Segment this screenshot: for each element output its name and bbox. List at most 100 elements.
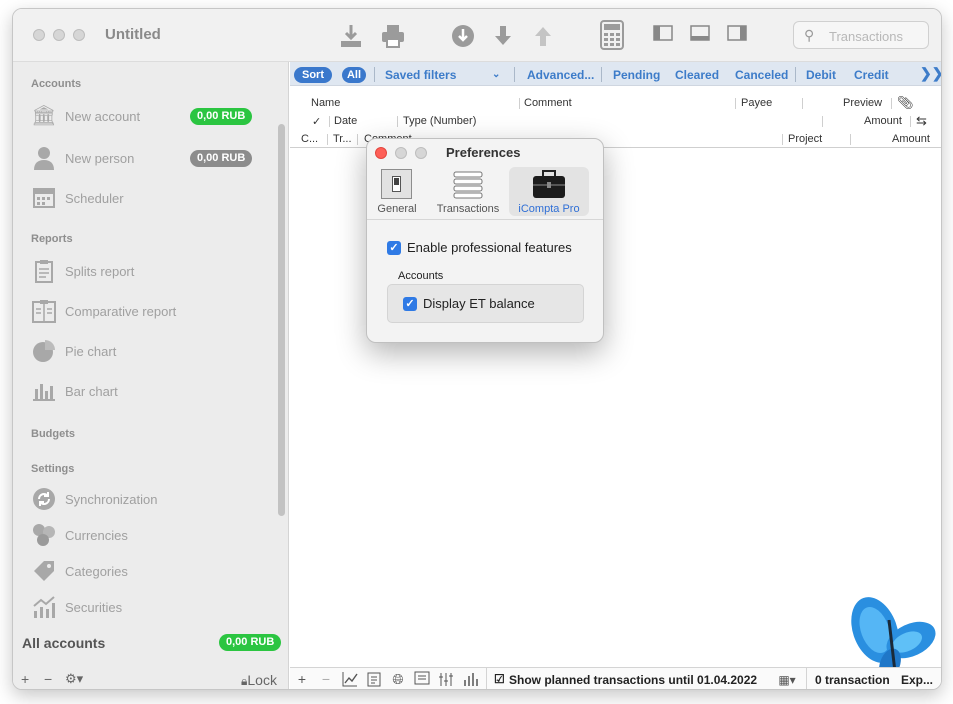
sidebar-scrollbar[interactable] <box>278 124 285 516</box>
sidebar-item-label: New person <box>65 151 135 166</box>
column-type-number[interactable]: Type (Number) <box>403 115 476 127</box>
preferences-dialog: Preferences General Transactions iCompta… <box>366 138 604 343</box>
debit-filter-link[interactable]: Debit <box>806 68 836 82</box>
remove-account-button[interactable]: − <box>44 671 52 687</box>
sidebar-item-categories[interactable]: Categories <box>31 559 271 585</box>
planned-checkbox[interactable]: ☑ <box>494 672 505 686</box>
column-separator <box>802 98 803 109</box>
saved-filters-menu[interactable]: Saved filters <box>385 68 456 82</box>
briefcase-icon <box>532 169 566 199</box>
line-chart-icon[interactable] <box>341 671 359 689</box>
sort-button[interactable]: Sort <box>294 67 332 83</box>
sidebar-item-scheduler[interactable]: Scheduler <box>31 186 271 212</box>
column-separator <box>519 98 520 109</box>
sidebar-item-pie-chart[interactable]: Pie chart <box>31 339 271 365</box>
sidebar-item-synchronization[interactable]: Synchronization <box>31 487 271 513</box>
table-options-icon[interactable]: ▦▾ <box>776 673 798 687</box>
column-separator <box>782 134 783 145</box>
column-tr[interactable]: Tr... <box>333 133 352 145</box>
column-project[interactable]: Project <box>788 133 822 145</box>
budgets-header: Budgets <box>31 428 75 440</box>
double-chevron-right-icon[interactable]: ❯❯ <box>920 65 941 82</box>
tab-general[interactable]: General <box>367 167 435 216</box>
sidebar-item-label: Splits report <box>65 264 135 279</box>
all-accounts-label[interactable]: All accounts <box>22 635 105 651</box>
zoom-window-button[interactable] <box>73 29 85 41</box>
enable-pro-checkbox[interactable]: ✓ <box>387 241 401 255</box>
search-field[interactable]: ⚲ Transactions <box>793 21 929 49</box>
globe-icon[interactable]: 🌐︎ <box>389 671 407 688</box>
filter-separator <box>514 67 515 82</box>
arrow-down-icon[interactable] <box>489 23 517 54</box>
paperclip-icon[interactable]: 📎︎ <box>897 95 914 111</box>
bar-chart-small-icon[interactable] <box>461 671 479 689</box>
toolbar: Untitled ⚲ Transactions <box>13 9 941 62</box>
calculator-icon[interactable] <box>598 20 626 55</box>
pie-chart-icon <box>31 339 57 363</box>
close-window-button[interactable] <box>33 29 45 41</box>
column-payee[interactable]: Payee <box>741 97 772 109</box>
lock-button[interactable]: 🔒︎Lock <box>241 672 277 689</box>
column-amount-split[interactable]: Amount <box>892 133 930 145</box>
filter-separator <box>601 67 602 82</box>
tab-transactions[interactable]: Transactions <box>430 167 506 216</box>
column-amount[interactable]: Amount <box>864 115 902 127</box>
prefs-zoom-button[interactable] <box>415 147 427 159</box>
column-c[interactable]: C... <box>301 133 318 145</box>
currencies-icon <box>31 523 57 547</box>
export-button[interactable]: Exp... <box>901 673 933 687</box>
filter-bar: Sort All Saved filters ⌄ Advanced... Pen… <box>290 62 941 86</box>
window-title: Untitled <box>105 26 161 43</box>
swap-arrows-icon[interactable]: ⇆ <box>916 113 927 129</box>
sidebar-item-label: Synchronization <box>65 492 158 507</box>
download-circle-icon[interactable] <box>449 23 477 54</box>
display-et-checkbox[interactable]: ✓ <box>403 297 417 311</box>
bottom-panel-icon[interactable] <box>686 23 714 47</box>
accounts-options-box: ✓ Display ET balance <box>387 284 584 323</box>
tab-icompta-pro[interactable]: iCompta Pro <box>509 167 589 216</box>
minimize-window-button[interactable] <box>53 29 65 41</box>
switch-icon <box>381 169 412 199</box>
left-panel-icon[interactable] <box>649 23 677 47</box>
tag-icon <box>31 559 57 583</box>
column-preview[interactable]: Preview <box>843 97 882 109</box>
pending-filter-link[interactable]: Pending <box>613 68 660 82</box>
columns-icon[interactable] <box>437 671 455 689</box>
sidebar-item-securities[interactable]: Securities <box>31 595 271 621</box>
column-date[interactable]: Date <box>334 115 357 127</box>
comparative-report-icon <box>31 299 57 323</box>
column-name[interactable]: Name <box>311 97 340 109</box>
column-check[interactable]: ✓ <box>312 115 321 128</box>
person-icon <box>31 146 57 170</box>
add-transaction-button[interactable]: + <box>293 671 311 687</box>
column-separator <box>910 116 911 127</box>
tab-label: Transactions <box>436 203 500 215</box>
column-comment[interactable]: Comment <box>524 97 572 109</box>
sidebar-item-bar-chart[interactable]: Bar chart <box>31 379 271 405</box>
sidebar-item-comparative-report[interactable]: Comparative report <box>31 299 271 325</box>
credit-filter-link[interactable]: Credit <box>854 68 889 82</box>
prefs-minimize-button[interactable] <box>395 147 407 159</box>
securities-icon <box>31 595 57 619</box>
canceled-filter-link[interactable]: Canceled <box>735 68 788 82</box>
sidebar-item-splits-report[interactable]: Splits report <box>31 259 271 285</box>
gear-icon[interactable]: ⚙▾ <box>65 671 83 687</box>
sidebar-item-currencies[interactable]: Currencies <box>31 523 271 549</box>
cleared-filter-link[interactable]: Cleared <box>675 68 719 82</box>
report-icon[interactable] <box>365 671 383 689</box>
prefs-close-button[interactable] <box>375 147 387 159</box>
advanced-filter-link[interactable]: Advanced... <box>527 68 594 82</box>
sidebar-item-label: Categories <box>65 564 128 579</box>
sidebar-item-label: Pie chart <box>65 344 117 359</box>
import-icon[interactable] <box>337 23 365 54</box>
remove-transaction-button[interactable]: − <box>317 671 335 687</box>
accounts-section-label: Accounts <box>398 270 444 282</box>
all-filter-button[interactable]: All <box>342 67 366 83</box>
all-accounts-balance-badge: 0,00 RUB <box>219 634 282 651</box>
statement-icon[interactable] <box>413 671 431 688</box>
chevron-down-icon[interactable]: ⌄ <box>492 69 500 80</box>
add-account-button[interactable]: + <box>21 671 29 687</box>
right-panel-icon[interactable] <box>723 23 751 47</box>
print-icon[interactable] <box>379 23 407 54</box>
arrow-up-icon[interactable] <box>529 23 557 54</box>
